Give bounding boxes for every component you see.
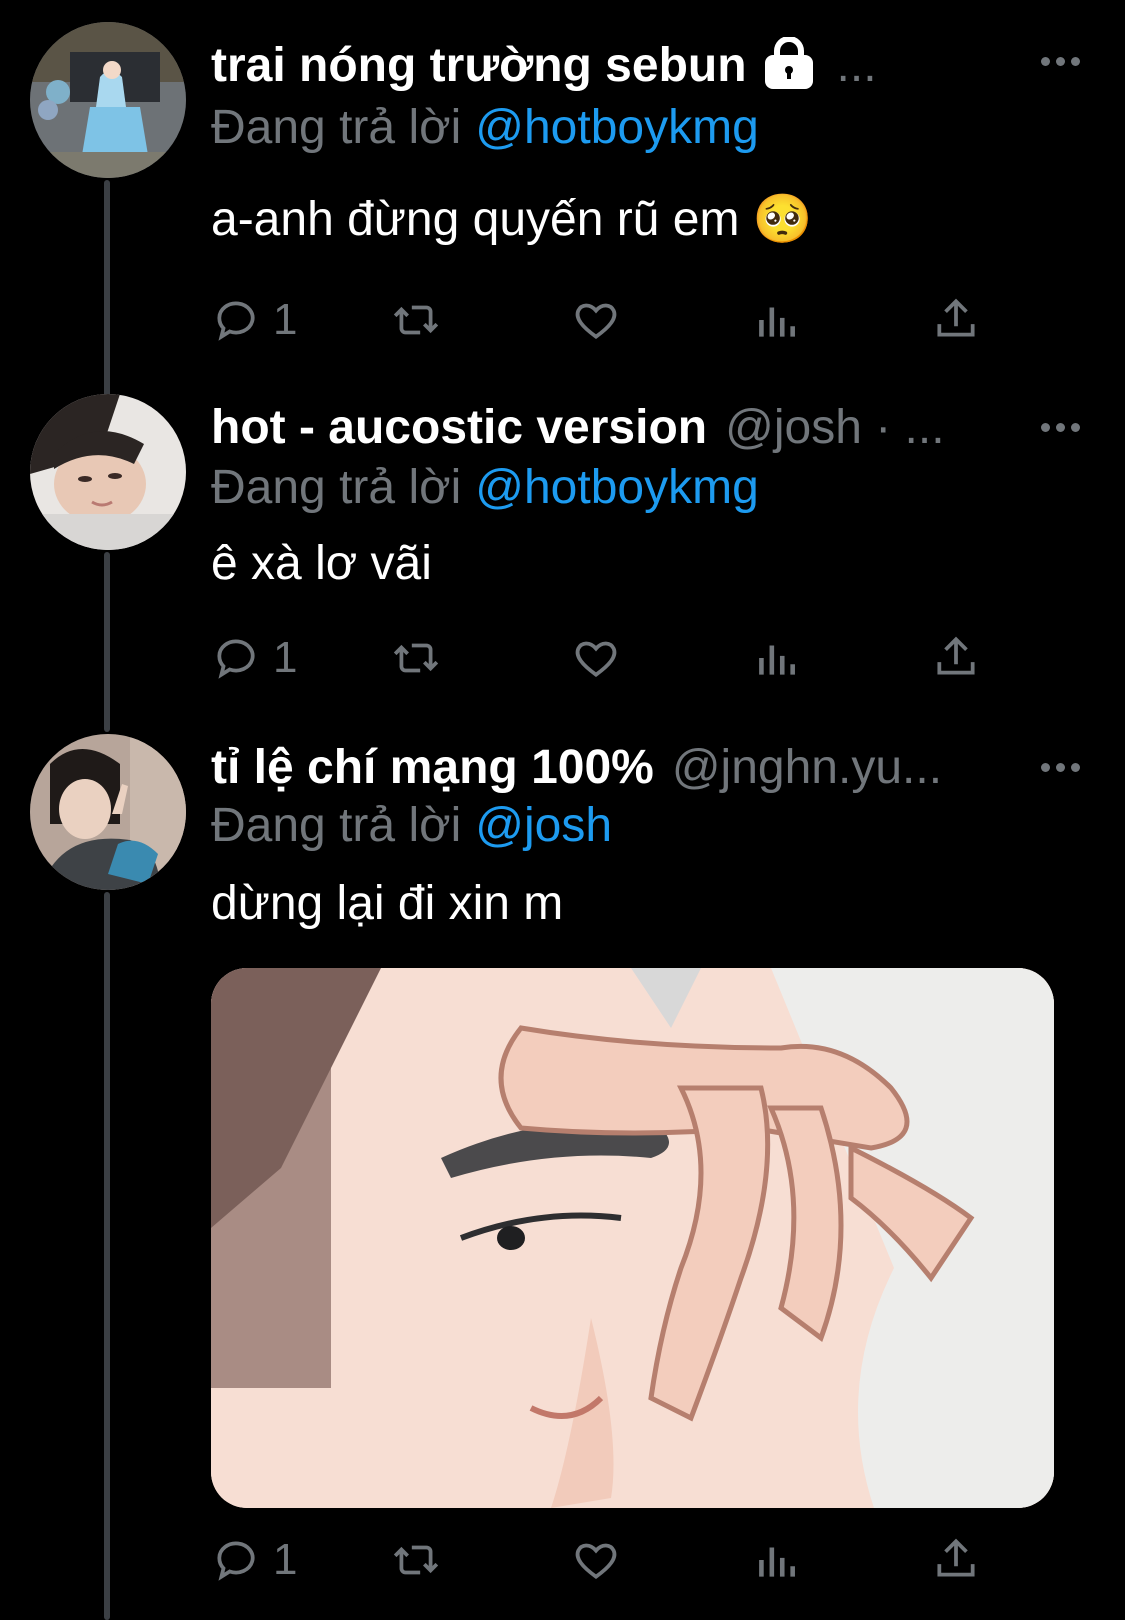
mention-link[interactable]: @hotboykmg — [475, 101, 759, 154]
action-bar: 1 — [211, 628, 1001, 688]
thread-line — [104, 892, 110, 1620]
username[interactable]: @jnghn.yu... — [672, 740, 942, 795]
display-name[interactable]: tỉ lệ chí mạng 100% — [211, 740, 654, 795]
action-bar: 1 — [211, 1530, 1001, 1590]
tweet-media-image[interactable] — [211, 968, 1054, 1508]
tweet-header: hot - aucostic version @josh · ... — [211, 396, 1095, 458]
tweet-text: a-anh đừng quyến rũ em 🥺 — [211, 193, 813, 246]
like-button[interactable] — [571, 295, 751, 345]
reply-count: 1 — [273, 295, 298, 344]
lock-icon — [761, 36, 817, 93]
replying-to-label: Đang trả lời — [211, 101, 462, 154]
tweet-header: trai nóng trường sebun ... — [211, 34, 1095, 96]
avatar-person-peace-sign-image — [30, 734, 186, 890]
views-button[interactable] — [751, 295, 931, 345]
mention-link[interactable]: @josh — [475, 799, 612, 852]
avatar-elsa-statue-image — [30, 22, 186, 178]
views-icon — [759, 645, 795, 675]
retweet-button[interactable] — [391, 1535, 571, 1585]
views-icon — [759, 307, 795, 337]
like-icon — [575, 303, 617, 339]
share-icon — [937, 1538, 975, 1577]
cartoon-face-image — [211, 968, 1054, 1508]
share-icon — [937, 298, 975, 337]
replying-to: Đang trả lời @hotboykmg — [211, 458, 1095, 518]
share-button[interactable] — [931, 295, 1001, 345]
avatar-girl-lying-image — [30, 394, 186, 550]
retweet-icon — [393, 1545, 439, 1575]
thread-line — [104, 552, 110, 732]
reply-icon — [217, 1541, 255, 1581]
avatar[interactable] — [30, 734, 186, 890]
replying-to-label: Đang trả lời — [211, 799, 462, 852]
display-name[interactable]: hot - aucostic version — [211, 400, 707, 455]
mention-link[interactable]: @hotboykmg — [475, 461, 759, 514]
thread-line — [104, 180, 110, 400]
more-icon[interactable] — [1041, 420, 1081, 434]
action-bar: 1 — [211, 290, 1001, 350]
like-icon — [575, 1543, 617, 1579]
reply-button[interactable]: 1 — [211, 1535, 391, 1585]
retweet-icon — [393, 305, 439, 335]
tweet-text: dừng lại đi xin m — [211, 877, 564, 930]
truncation-ellipsis: ... — [836, 38, 877, 92]
tweet-text: ê xà lơ vãi — [211, 537, 432, 590]
avatar[interactable] — [30, 394, 186, 550]
reply-icon — [217, 639, 255, 679]
share-button[interactable] — [931, 633, 1001, 683]
views-button[interactable] — [751, 633, 931, 683]
replying-to: Đang trả lời @hotboykmg — [211, 98, 1095, 158]
username[interactable]: @josh · ... — [725, 400, 944, 455]
display-name[interactable]: trai nóng trường sebun — [211, 38, 747, 93]
share-icon — [937, 636, 975, 675]
retweet-button[interactable] — [391, 295, 571, 345]
reply-count: 1 — [273, 633, 298, 682]
replying-to-label: Đang trả lời — [211, 461, 462, 514]
reply-button[interactable]: 1 — [211, 295, 391, 345]
retweet-icon — [393, 643, 439, 673]
replying-to: Đang trả lời @josh — [211, 796, 1095, 856]
views-icon — [759, 1547, 795, 1577]
reply-count: 1 — [273, 1535, 298, 1584]
reply-icon — [217, 301, 255, 341]
retweet-button[interactable] — [391, 633, 571, 683]
like-button[interactable] — [571, 633, 751, 683]
views-button[interactable] — [751, 1535, 931, 1585]
avatar[interactable] — [30, 22, 186, 178]
share-button[interactable] — [931, 1535, 1001, 1585]
reply-button[interactable]: 1 — [211, 633, 391, 683]
tweet-header: tỉ lệ chí mạng 100% @jnghn.yu... — [211, 736, 1095, 798]
like-button[interactable] — [571, 1535, 751, 1585]
like-icon — [575, 641, 617, 677]
more-icon[interactable] — [1041, 54, 1081, 68]
more-icon[interactable] — [1041, 760, 1081, 774]
